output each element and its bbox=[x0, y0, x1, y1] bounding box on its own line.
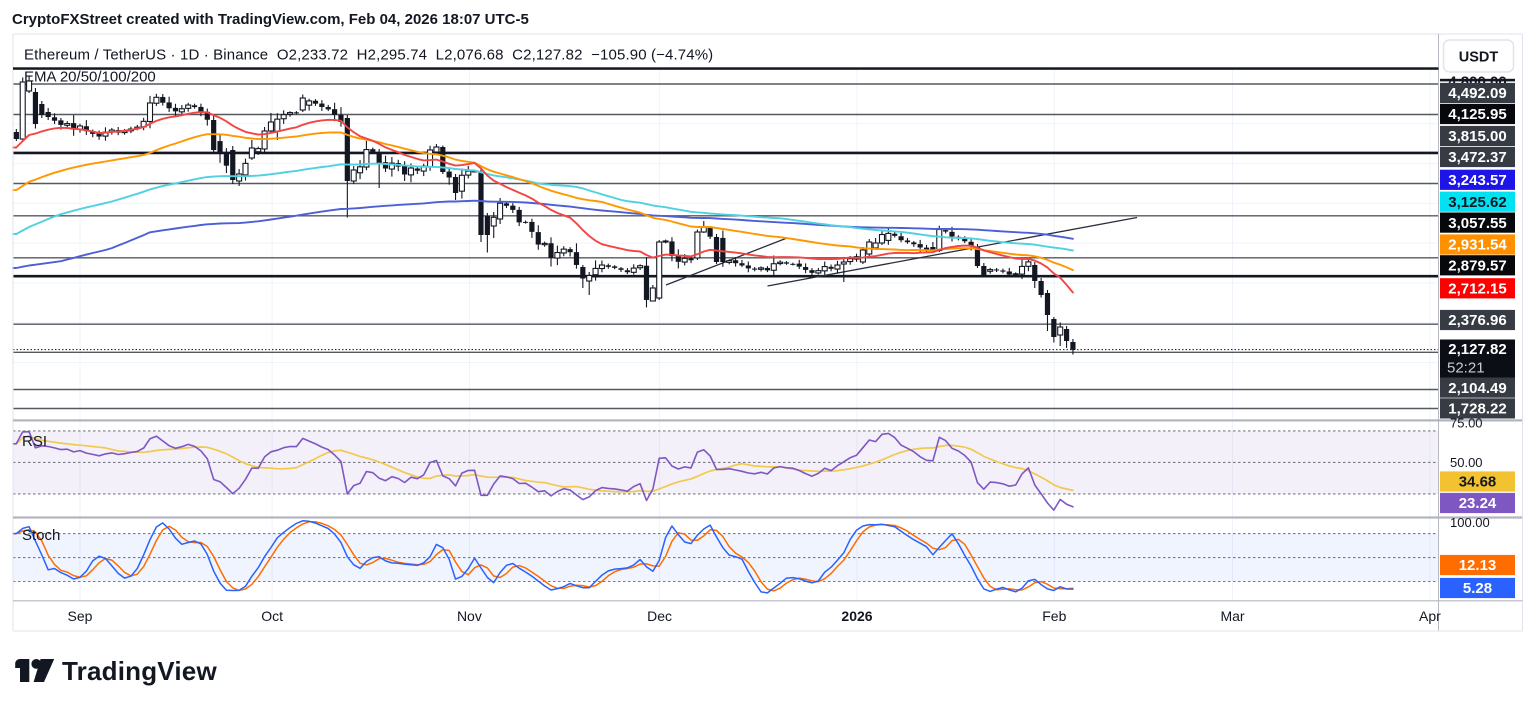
svg-text:50.00: 50.00 bbox=[1450, 455, 1483, 470]
svg-text:100.00: 100.00 bbox=[1450, 515, 1490, 530]
svg-text:23.24: 23.24 bbox=[1459, 495, 1497, 512]
svg-text:USDT: USDT bbox=[1459, 49, 1499, 65]
svg-text:RSI: RSI bbox=[22, 433, 47, 450]
svg-text:4,492.09: 4,492.09 bbox=[1448, 85, 1506, 102]
svg-text:TradingView: TradingView bbox=[62, 656, 217, 686]
svg-text:Oct: Oct bbox=[261, 608, 283, 624]
svg-text:Nov: Nov bbox=[457, 608, 482, 624]
svg-text:3,057.55: 3,057.55 bbox=[1448, 215, 1506, 232]
svg-text:5.28: 5.28 bbox=[1463, 580, 1492, 597]
svg-text:Ethereum / TetherUS · 1D · Bin: Ethereum / TetherUS · 1D · Binance O2,23… bbox=[24, 47, 713, 64]
svg-text:Sep: Sep bbox=[68, 608, 93, 624]
svg-text:2,127.82: 2,127.82 bbox=[1448, 341, 1506, 358]
svg-text:3,243.57: 3,243.57 bbox=[1448, 172, 1506, 189]
svg-text:Dec: Dec bbox=[647, 608, 672, 624]
svg-text:2,931.54: 2,931.54 bbox=[1448, 237, 1507, 254]
svg-text:EMA 20/50/100/200: EMA 20/50/100/200 bbox=[24, 69, 156, 86]
svg-text:Apr: Apr bbox=[1419, 608, 1441, 624]
svg-text:CryptoFXStreet created with Tr: CryptoFXStreet created with TradingView.… bbox=[12, 11, 529, 28]
svg-text:75.00: 75.00 bbox=[1450, 416, 1483, 431]
svg-text:34.68: 34.68 bbox=[1459, 474, 1497, 491]
svg-text:2026: 2026 bbox=[841, 608, 872, 624]
svg-text:4,125.95: 4,125.95 bbox=[1448, 106, 1506, 123]
svg-text:2,104.49: 2,104.49 bbox=[1448, 380, 1506, 397]
svg-text:2,879.57: 2,879.57 bbox=[1448, 258, 1506, 275]
svg-text:Feb: Feb bbox=[1042, 608, 1066, 624]
svg-text:2,376.96: 2,376.96 bbox=[1448, 312, 1506, 329]
svg-text:Mar: Mar bbox=[1220, 608, 1244, 624]
svg-text:52:21: 52:21 bbox=[1447, 360, 1485, 377]
svg-text:2,712.15: 2,712.15 bbox=[1448, 281, 1506, 298]
svg-text:3,472.37: 3,472.37 bbox=[1448, 149, 1506, 166]
svg-text:3,815.00: 3,815.00 bbox=[1448, 128, 1506, 145]
svg-text:3,125.62: 3,125.62 bbox=[1448, 194, 1506, 211]
svg-text:12.13: 12.13 bbox=[1459, 557, 1497, 574]
svg-text:Stoch: Stoch bbox=[22, 527, 60, 544]
